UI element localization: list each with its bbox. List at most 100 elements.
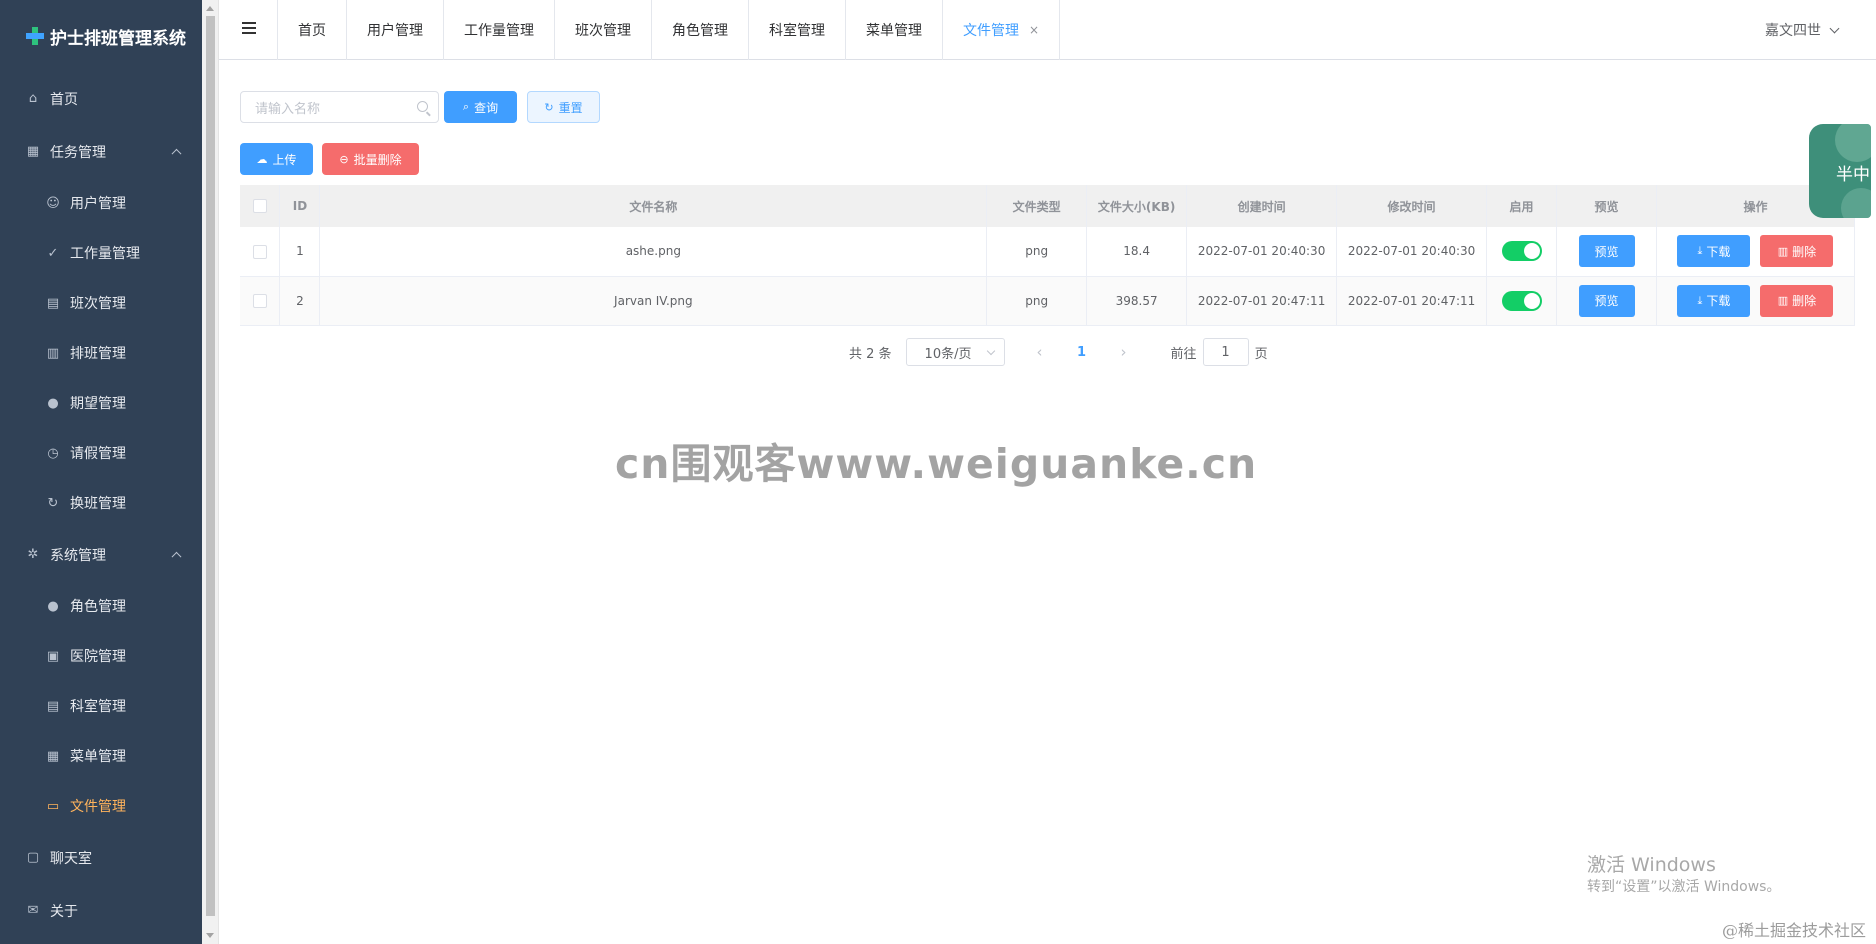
page-size-select[interactable]: 10条/页 — [905, 338, 1005, 366]
file-name-cell: ashe.png — [319, 227, 988, 277]
actions-cell: ⤓ 下载 ▥ 删除 — [1656, 276, 1856, 326]
next-page-icon[interactable]: › — [1109, 343, 1139, 361]
tag-tab-label: 用户管理 — [367, 23, 423, 39]
download-button[interactable]: ⤓ 下载 — [1677, 284, 1751, 317]
goto-page-input[interactable]: 1 — [1202, 338, 1249, 366]
refresh-icon: ↻ — [544, 100, 554, 114]
delete-button[interactable]: ▥ 删除 — [1760, 235, 1834, 268]
hamburger-menu-icon[interactable] — [242, 22, 256, 34]
download-button[interactable]: ⤓ 下载 — [1677, 235, 1751, 268]
row-checkbox[interactable] — [252, 244, 267, 259]
scroll-down-arrow-icon[interactable] — [206, 933, 214, 938]
app-title: 护士排班管理系统 — [50, 28, 186, 49]
close-icon[interactable]: × — [1029, 23, 1039, 37]
grid-icon: ▦ — [26, 144, 40, 159]
sidebar-item[interactable]: ▥ 排班管理 — [0, 328, 202, 378]
sidebar-item-label: 工作量管理 — [70, 246, 140, 262]
row-checkbox[interactable] — [252, 293, 267, 308]
total-count: 共 2 条 — [849, 346, 892, 362]
file-name-cell: Jarvan IV.png — [319, 276, 988, 326]
page-number[interactable]: 1 — [1067, 345, 1097, 360]
tag-tab-label: 班次管理 — [575, 23, 631, 39]
sidebar-item[interactable]: ▤ 科室管理 — [0, 681, 202, 731]
sidebar-item[interactable]: ☺ 用户管理 — [0, 178, 202, 228]
reset-button[interactable]: ↻ 重置 — [527, 91, 600, 123]
tag-tab-label: 首页 — [298, 23, 326, 39]
preview-button[interactable]: 预览 — [1578, 284, 1635, 317]
sidebar-item[interactable]: ▢ 聊天室 — [0, 831, 202, 884]
prev-page-icon[interactable]: ‹ — [1025, 343, 1055, 361]
sidebar-scrollbar[interactable] — [202, 0, 219, 944]
sidebar-item[interactable]: ● 期望管理 — [0, 378, 202, 428]
table-row: 1 ashe.png png 18.4 2022-07-01 20:40:30 2022-… — [240, 227, 1856, 277]
table-header-row: ID 文件名称 文件类型 文件大小(KB) 创建时间 修改时间 启用 预览 操作 — [240, 185, 1856, 227]
tag-tab[interactable]: 菜单管理 — [846, 0, 943, 60]
sidebar-item[interactable]: ⌂ 首页 — [0, 72, 202, 125]
tag-tab[interactable]: 班次管理 — [555, 0, 652, 60]
sidebar-item-label: 班次管理 — [70, 296, 126, 312]
enable-switch[interactable] — [1501, 241, 1542, 262]
chevron-up-icon — [171, 148, 182, 159]
enable-switch[interactable] — [1501, 290, 1542, 311]
delete-button[interactable]: ▥ 删除 — [1760, 284, 1834, 317]
select-all-cell — [240, 185, 281, 227]
column-header: 预览 — [1556, 185, 1657, 227]
sidebar-menu: ⌂ 首页 ▦ 任务管理 ☺ 用户管理 ✓ 工作量管理 ▤ 班次管理 ▥ 排班管理 ● 期望管理 ◷ 请假管理 ↻… — [0, 72, 202, 937]
clipboard-icon: ▤ — [46, 295, 60, 311]
created-time-cell: 2022-07-01 20:47:11 — [1186, 276, 1338, 326]
sidebar-item[interactable]: ▤ 班次管理 — [0, 278, 202, 328]
sidebar-item[interactable]: ↻ 换班管理 — [0, 478, 202, 528]
file-size-cell: 18.4 — [1086, 227, 1188, 277]
scrollbar-thumb[interactable] — [206, 16, 215, 916]
search-input[interactable]: 请输入名称 — [240, 91, 439, 123]
chat-icon: ▢ — [26, 850, 40, 865]
preview-button[interactable]: 预览 — [1578, 235, 1635, 268]
column-header: 文件大小(KB) — [1086, 185, 1188, 227]
sidebar-item-label: 文件管理 — [70, 799, 126, 815]
clock-icon: ◷ — [47, 445, 59, 461]
search-icon — [417, 101, 428, 112]
preview-cell: 预览 — [1556, 227, 1657, 277]
sidebar-item[interactable]: ✓ 工作量管理 — [0, 228, 202, 278]
scroll-up-arrow-icon[interactable] — [206, 6, 214, 11]
user-dropdown[interactable]: 嘉文四世 — [1765, 20, 1840, 40]
site-watermark: cn围观客www.weiguanke.cn — [615, 440, 1258, 488]
sidebar-item[interactable]: ◷ 请假管理 — [0, 428, 202, 478]
remove-circle-icon: ⊖ — [339, 152, 349, 166]
sidebar-item[interactable]: ● 角色管理 — [0, 581, 202, 631]
row-select-cell — [240, 276, 281, 326]
trash-icon: ▥ — [1777, 294, 1789, 307]
column-header: 文件名称 — [319, 185, 988, 227]
modified-time-cell: 2022-07-01 20:47:11 — [1336, 276, 1488, 326]
sidebar-item[interactable]: ▣ 医院管理 — [0, 631, 202, 681]
floating-widget[interactable]: 半中 — [1809, 124, 1871, 218]
tag-tab[interactable]: 科室管理 — [749, 0, 846, 60]
batch-delete-button[interactable]: ⊖ 批量删除 — [322, 143, 419, 175]
tag-tab[interactable]: 角色管理 — [652, 0, 749, 60]
sidebar-item[interactable]: ▦ 任务管理 — [0, 125, 202, 178]
sidebar-item-label: 用户管理 — [70, 196, 126, 212]
chevron-down-icon — [986, 346, 995, 356]
decor-pattern-icon — [1841, 188, 1871, 218]
home-icon: ⌂ — [28, 91, 38, 106]
upload-button[interactable]: ☁ 上传 — [240, 143, 313, 175]
select-all-checkbox[interactable] — [252, 199, 267, 214]
page-size-value: 10条/页 — [924, 346, 972, 362]
tag-tab[interactable]: 首页 — [278, 0, 347, 60]
sidebar-item[interactable]: ✉ 关于 — [0, 884, 202, 937]
tag-tab-label: 角色管理 — [672, 23, 728, 39]
query-button[interactable]: ⌕ 查询 — [444, 91, 517, 123]
sidebar-item[interactable]: ▭ 文件管理 — [0, 781, 202, 831]
tag-tab[interactable]: 用户管理 — [347, 0, 444, 60]
app-brand[interactable]: 护士排班管理系统 — [0, 0, 202, 72]
table-row: 2 Jarvan IV.png png 398.57 2022-07-01 20:47:… — [240, 276, 1856, 326]
download-label: 下载 — [1706, 294, 1731, 308]
row-select-cell — [240, 227, 281, 277]
goto-page-value: 1 — [1221, 344, 1230, 360]
enabled-cell — [1486, 227, 1558, 277]
enabled-cell — [1486, 276, 1558, 326]
tag-tab[interactable]: 文件管理 × — [943, 0, 1061, 60]
sidebar-item[interactable]: ✲ 系统管理 — [0, 528, 202, 581]
sidebar-item[interactable]: ▦ 菜单管理 — [0, 731, 202, 781]
tag-tab[interactable]: 工作量管理 — [444, 0, 555, 60]
